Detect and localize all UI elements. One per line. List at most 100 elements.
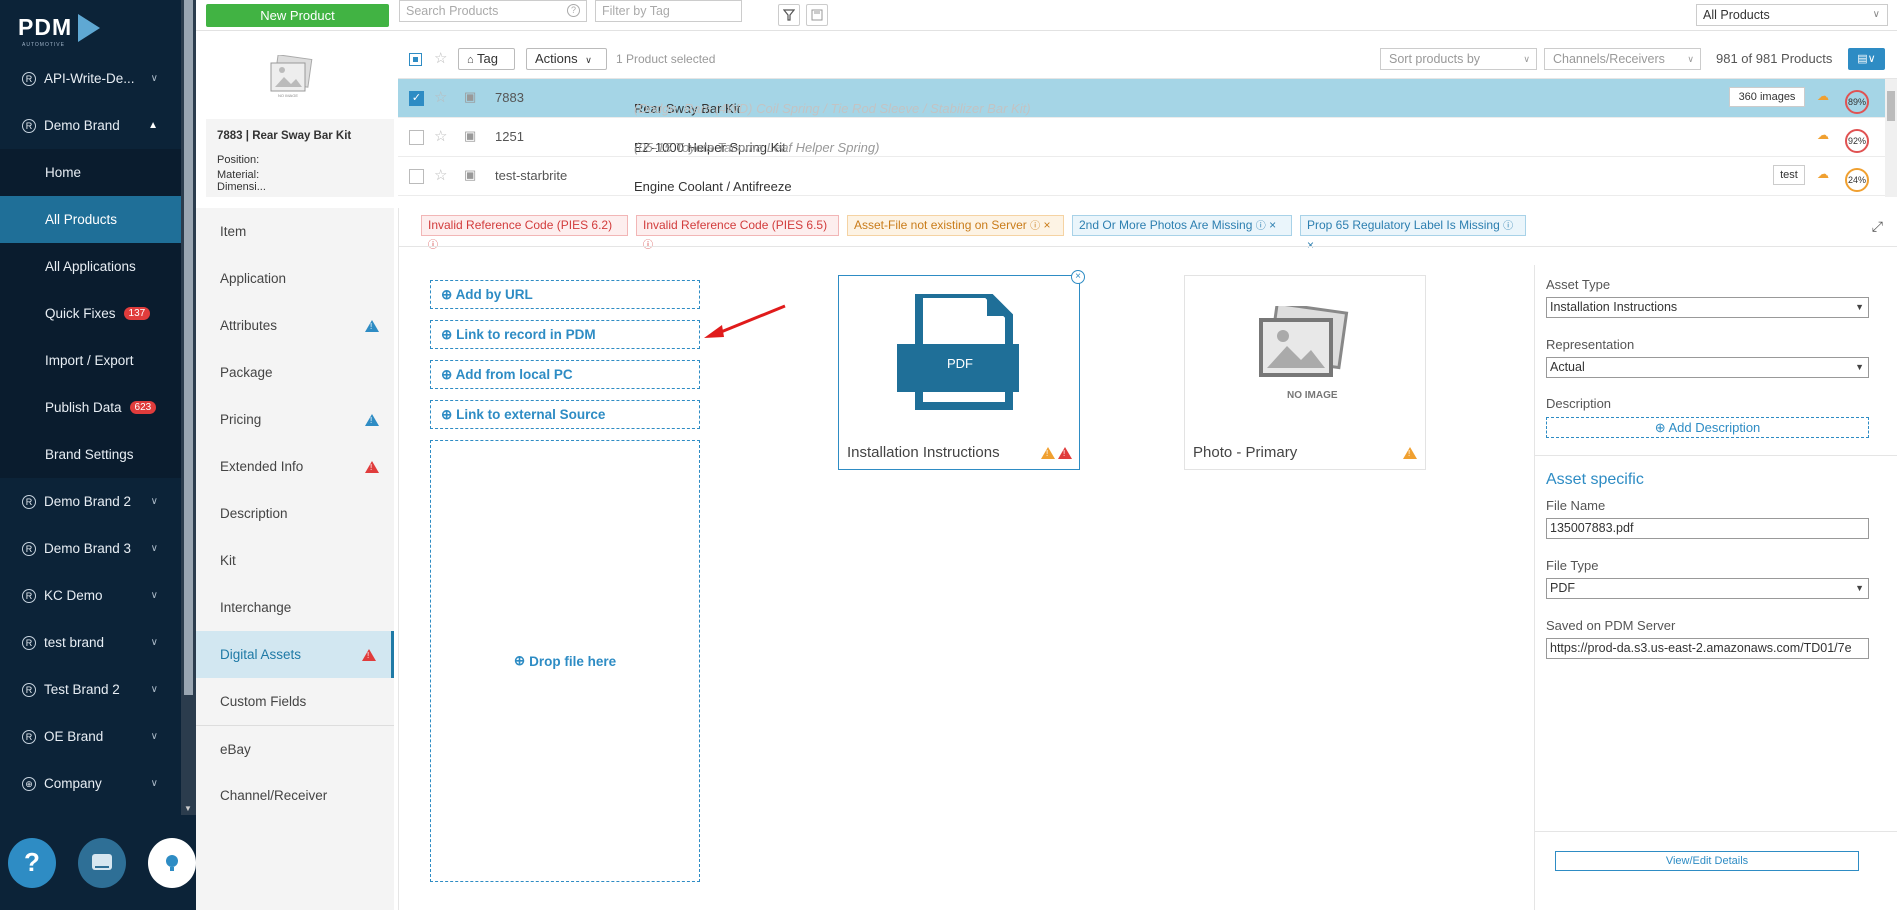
view-select[interactable]: All Products ∨	[1696, 4, 1888, 26]
saved-server-input[interactable]: https://prod-da.s3.us-east-2.amazonaws.c…	[1546, 638, 1869, 659]
table-row[interactable]: ☆ ▣ 1251 EZ-1000 Helper Spring Kit (05-15 T…	[398, 118, 1897, 157]
sidebar-brand-api-write-de-[interactable]: R API-Write-De... ∨	[0, 55, 196, 102]
tab-label: Extended Info	[220, 459, 304, 474]
asset-card-installation-instructions[interactable]: PDF Installation Instructions ×	[838, 270, 1085, 470]
scrollbar-thumb[interactable]	[184, 0, 193, 695]
star-icon[interactable]: ☆	[434, 88, 447, 106]
star-all-icon[interactable]: ☆	[434, 49, 447, 67]
remove-asset-icon[interactable]: ×	[1071, 270, 1085, 284]
info-circle-icon[interactable]: ⓘ	[1256, 221, 1266, 232]
sidebar-nav: R API-Write-De... ∨ R Demo Brand ▲ Home All Pro…	[0, 55, 196, 807]
asset-card-photo-primary[interactable]: NO IMAGE Photo - Primary	[1184, 275, 1426, 470]
tab-ebay[interactable]: eBay	[196, 725, 394, 772]
representation-value: Actual	[1550, 360, 1585, 374]
tab-application[interactable]: Application	[196, 255, 394, 302]
close-icon[interactable]: ×	[1307, 238, 1314, 252]
column-settings-button[interactable]: ▤∨	[1848, 48, 1885, 70]
help-button[interactable]: ?	[8, 837, 56, 888]
sidebar-brand-demo-brand-3[interactable]: R Demo Brand 3 ∨	[0, 525, 196, 572]
sidebar-brand-test-brand-2[interactable]: R Test Brand 2 ∨	[0, 666, 196, 713]
scrollbar-thumb[interactable]	[1887, 91, 1895, 121]
validation-chip[interactable]: Asset-File not existing on Server ⓘ ×	[847, 215, 1064, 236]
sidebar-item-home[interactable]: Home	[0, 149, 196, 196]
view-edit-details-button[interactable]: View/Edit Details	[1555, 851, 1859, 871]
table-row[interactable]: ☆ ▣ test-starbrite Engine Coolant / Antifre…	[398, 157, 1897, 196]
sidebar-item-brand-settings[interactable]: Brand Settings	[0, 431, 196, 478]
panel-footer-divider	[1535, 831, 1897, 832]
sidebar-brand-company[interactable]: ⊕ Company ∨	[0, 760, 196, 807]
channels-select[interactable]: Channels/Receivers ∨	[1544, 48, 1701, 70]
tab-pricing[interactable]: Pricing	[196, 396, 394, 443]
file-name-input[interactable]: 135007883.pdf	[1546, 518, 1869, 539]
search-products-input[interactable]: Search Products ?	[399, 0, 587, 22]
help-circle-icon[interactable]: ?	[567, 4, 580, 17]
new-product-button[interactable]: New Product	[206, 4, 389, 27]
tab-extended-info[interactable]: Extended Info	[196, 443, 394, 490]
add-link-link-to-record-in-pdm[interactable]: ⊕ Link to record in PDM	[430, 320, 700, 349]
add-description-button[interactable]: ⊕ Add Description	[1546, 417, 1869, 438]
chat-button[interactable]	[78, 837, 126, 888]
row-tag[interactable]: test	[1773, 165, 1805, 185]
validation-chip[interactable]: Invalid Reference Code (PIES 6.5) ⓘ	[636, 215, 839, 251]
sidebar-item-publish-data[interactable]: Publish Data 623	[0, 384, 196, 431]
tab-channel-receiver[interactable]: Channel/Receiver	[196, 772, 394, 819]
row-checkbox[interactable]: ✓	[409, 91, 424, 106]
select-all-checkbox[interactable]	[409, 53, 422, 66]
actions-dropdown[interactable]: Actions ∨	[526, 48, 607, 70]
tab-digital-assets[interactable]: Digital Assets	[196, 631, 394, 678]
filter-button[interactable]	[778, 4, 800, 26]
tag-button[interactable]: ⌂ Tag	[458, 48, 515, 70]
validation-chip[interactable]: Prop 65 Regulatory Label Is Missing ⓘ ×	[1300, 215, 1526, 252]
tips-button[interactable]	[148, 837, 196, 888]
tab-label: Item	[220, 224, 247, 239]
sidebar-scrollbar[interactable]: ▼	[181, 0, 196, 815]
validation-chip[interactable]: 2nd Or More Photos Are Missing ⓘ ×	[1072, 215, 1292, 236]
row-checkbox[interactable]	[409, 130, 424, 145]
add-link-add-from-local-pc[interactable]: ⊕ Add from local PC	[430, 360, 700, 389]
tab-description[interactable]: Description	[196, 490, 394, 537]
expand-icon[interactable]: ⤢	[1872, 218, 1883, 235]
file-type-select[interactable]: PDF ▼	[1546, 578, 1869, 599]
filter-tag-input[interactable]: Filter by Tag	[595, 0, 742, 22]
add-link-add-by-url[interactable]: ⊕ Add by URL	[430, 280, 700, 309]
star-icon[interactable]: ☆	[434, 166, 447, 184]
info-circle-icon[interactable]: ⓘ	[1503, 221, 1513, 232]
asset-type-select[interactable]: Installation Instructions ▼	[1546, 297, 1869, 318]
tab-attributes[interactable]: Attributes	[196, 302, 394, 349]
tab-kit[interactable]: Kit	[196, 537, 394, 584]
pdm-logo[interactable]: PDM AUTOMOTIVE	[0, 0, 196, 55]
tab-custom-fields[interactable]: Custom Fields	[196, 678, 394, 725]
product-list-scrollbar[interactable]	[1885, 79, 1897, 197]
sidebar-item-all-applications[interactable]: All Applications	[0, 243, 196, 290]
tab-item[interactable]: Item	[196, 208, 394, 255]
star-icon[interactable]: ☆	[434, 127, 447, 145]
sidebar-brand-oe-brand[interactable]: R OE Brand ∨	[0, 713, 196, 760]
row-checkbox[interactable]	[409, 169, 424, 184]
scroll-down-arrow-icon[interactable]: ▼	[184, 804, 192, 813]
sidebar-item-label: Brand Settings	[45, 447, 134, 462]
info-circle-icon[interactable]: ⓘ	[1030, 221, 1040, 232]
sidebar-item-import-export[interactable]: Import / Export	[0, 337, 196, 384]
representation-select[interactable]: Actual ▼	[1546, 357, 1869, 378]
sidebar-item-quick-fixes[interactable]: Quick Fixes 137	[0, 290, 196, 337]
view-edit-details-label: View/Edit Details	[1665, 855, 1749, 867]
drop-zone[interactable]: ⊕ Drop file here	[430, 440, 700, 882]
sidebar-brand-test-brand[interactable]: Rtest brand ∨	[0, 619, 196, 666]
error-icon	[362, 648, 376, 661]
sidebar-brand-demo-brand-2[interactable]: R Demo Brand 2 ∨	[0, 478, 196, 525]
close-icon[interactable]: ×	[1043, 218, 1050, 232]
row-tag[interactable]: 360 images	[1729, 87, 1805, 107]
add-link-link-to-external-source[interactable]: ⊕ Link to external Source	[430, 400, 700, 429]
product-tabs: Item Application Attributes Package Pricing E…	[196, 208, 394, 910]
red-arrow-annotation	[704, 304, 786, 338]
sort-products-select[interactable]: Sort products by ∨	[1380, 48, 1537, 70]
sidebar-brand-demo-brand[interactable]: R Demo Brand ▲	[0, 102, 196, 149]
sidebar-item-all-products[interactable]: All Products	[0, 196, 196, 243]
tab-package[interactable]: Package	[196, 349, 394, 396]
tab-interchange[interactable]: Interchange	[196, 584, 394, 631]
save-filter-button[interactable]	[806, 4, 828, 26]
sidebar-brand-kc-demo[interactable]: R KC Demo ∨	[0, 572, 196, 619]
close-icon[interactable]: ×	[1269, 218, 1276, 232]
table-row[interactable]: ✓ ☆ ▣ 7883 Rear Sway Bar Kit (Dodge, Ram (4W…	[398, 79, 1897, 118]
validation-chip[interactable]: Invalid Reference Code (PIES 6.2) ⓘ	[421, 215, 628, 251]
